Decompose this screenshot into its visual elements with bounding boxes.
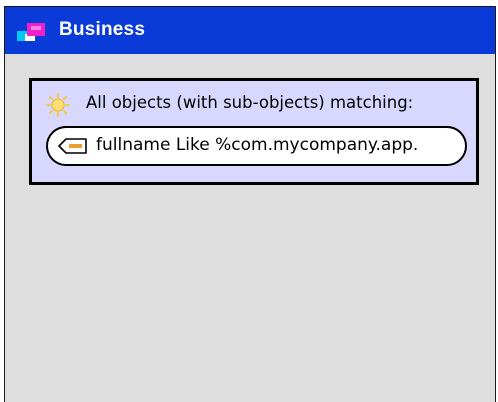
tag-icon: [58, 138, 88, 154]
business-window: Business All objects (with sub-objects) …: [4, 6, 496, 402]
title-bar[interactable]: Business: [5, 7, 495, 54]
window-title: Business: [59, 19, 146, 40]
business-object-icon: [17, 22, 45, 42]
query-panel: All objects (with sub-objects) matching:…: [29, 78, 479, 185]
sun-icon: [46, 93, 70, 117]
query-label: All objects (with sub-objects) matching:: [86, 93, 414, 112]
condition-text: fullname Like %com.mycompany.app.: [96, 135, 419, 155]
query-condition[interactable]: fullname Like %com.mycompany.app.: [46, 126, 467, 166]
